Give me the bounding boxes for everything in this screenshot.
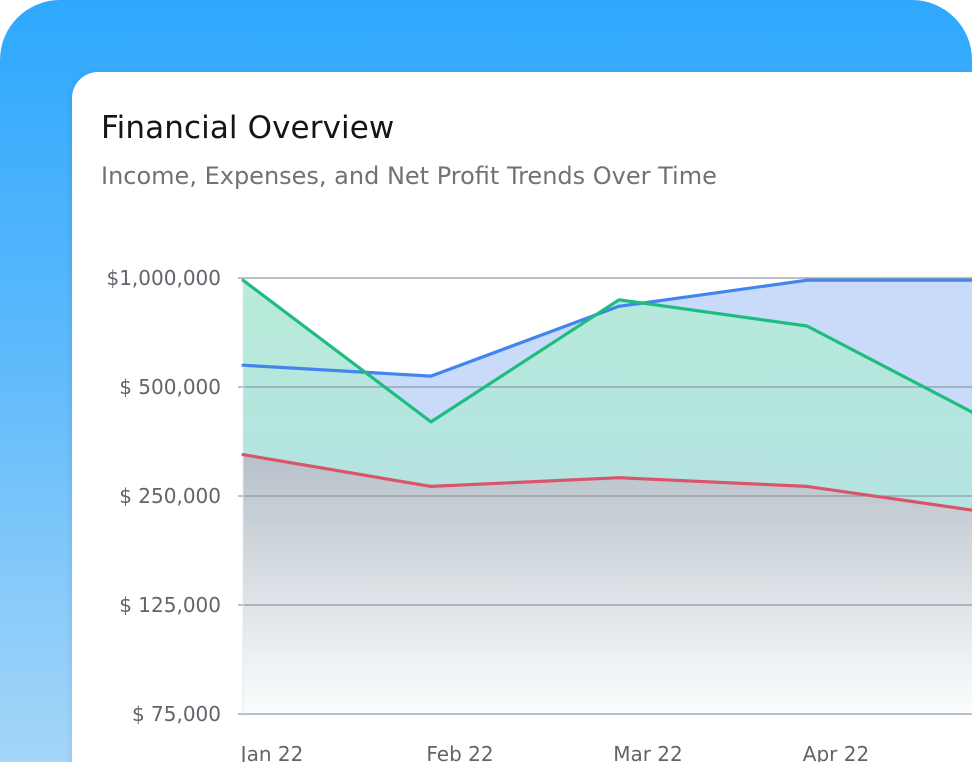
x-tick-label: Jan 22 <box>239 742 304 762</box>
y-tick-label: $ 250,000 <box>119 484 221 508</box>
y-tick-label: $ 125,000 <box>119 593 221 617</box>
y-tick-label: $ 500,000 <box>119 375 221 399</box>
y-tick-label: $ 75,000 <box>132 702 221 726</box>
x-tick-label: Apr 22 <box>803 742 869 762</box>
background-frame: Financial Overview Income, Expenses, and… <box>0 0 972 762</box>
x-tick-label: Mar 22 <box>613 742 683 762</box>
area-chart: $1,000,000 $ 500,000 $ 250,000 $ 125,000 $ 7… <box>106 266 972 762</box>
chart-card: Financial Overview Income, Expenses, and… <box>72 72 972 762</box>
y-tick-label: $1,000,000 <box>106 266 221 290</box>
x-tick-label: Feb 22 <box>426 742 493 762</box>
